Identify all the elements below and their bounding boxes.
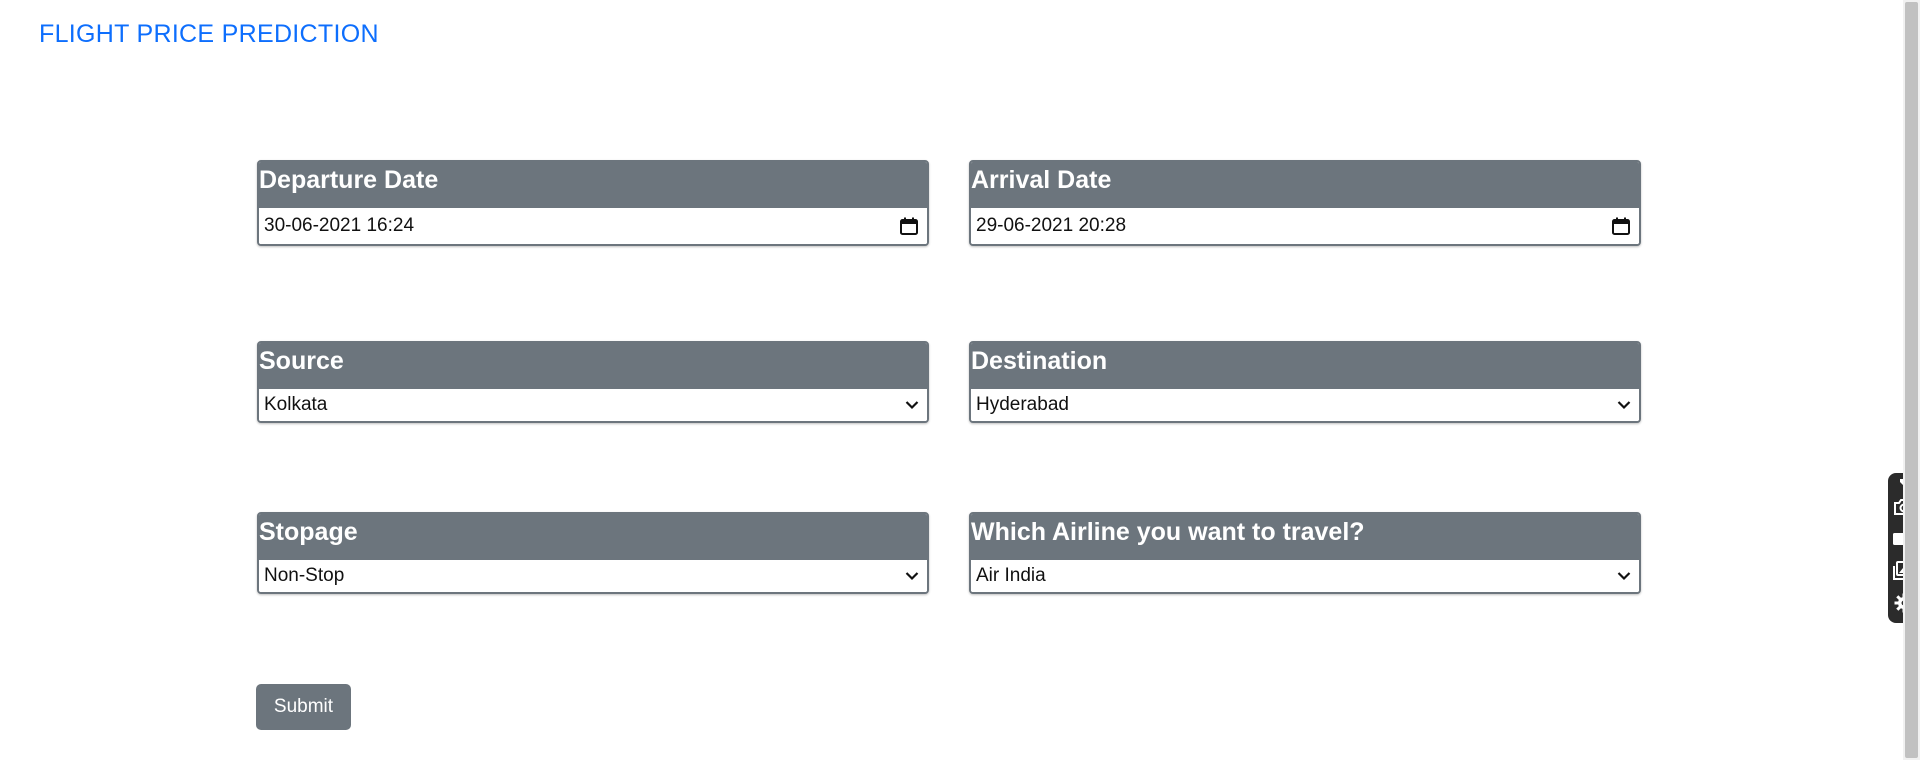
calendar-icon[interactable] bbox=[899, 216, 919, 236]
destination-value: Hyderabad bbox=[976, 394, 1069, 415]
chevron-down-icon bbox=[905, 571, 919, 581]
page: FLIGHT PRICE PREDICTION Departure Date 3… bbox=[0, 0, 1920, 760]
chevron-down-icon bbox=[1617, 571, 1631, 581]
chevron-down-icon bbox=[905, 400, 919, 410]
calendar-icon[interactable] bbox=[1611, 216, 1631, 236]
airline-select[interactable]: Air India bbox=[971, 560, 1639, 592]
arrival-date-label: Arrival Date bbox=[971, 162, 1639, 208]
brand-title[interactable]: FLIGHT PRICE PREDICTION bbox=[39, 20, 379, 49]
source-value: Kolkata bbox=[264, 394, 328, 415]
destination-card: Destination Hyderabad bbox=[969, 341, 1641, 423]
stopage-select[interactable]: Non-Stop bbox=[259, 560, 927, 592]
stopage-value: Non-Stop bbox=[264, 565, 345, 586]
departure-date-value: 30-06-2021 16:24 bbox=[264, 215, 415, 236]
departure-date-card: Departure Date 30-06-2021 16:24 bbox=[257, 160, 929, 246]
scrollbar-thumb[interactable] bbox=[1905, 2, 1918, 758]
destination-label: Destination bbox=[971, 343, 1639, 389]
airline-value: Air India bbox=[976, 565, 1046, 586]
source-card: Source Kolkata bbox=[257, 341, 929, 423]
vertical-scrollbar[interactable] bbox=[1903, 0, 1920, 760]
stopage-label: Stopage bbox=[259, 514, 927, 560]
source-select[interactable]: Kolkata bbox=[259, 389, 927, 421]
arrival-date-card: Arrival Date 29-06-2021 20:28 bbox=[969, 160, 1641, 246]
arrival-date-input[interactable]: 29-06-2021 20:28 bbox=[971, 208, 1639, 244]
destination-select[interactable]: Hyderabad bbox=[971, 389, 1639, 421]
stopage-card: Stopage Non-Stop bbox=[257, 512, 929, 594]
source-label: Source bbox=[259, 343, 927, 389]
departure-date-label: Departure Date bbox=[259, 162, 927, 208]
submit-button[interactable]: Submit bbox=[256, 684, 351, 730]
airline-card: Which Airline you want to travel? Air In… bbox=[969, 512, 1641, 594]
chevron-down-icon bbox=[1617, 400, 1631, 410]
airline-label: Which Airline you want to travel? bbox=[971, 514, 1639, 560]
departure-date-input[interactable]: 30-06-2021 16:24 bbox=[259, 208, 927, 244]
arrival-date-value: 29-06-2021 20:28 bbox=[976, 215, 1127, 236]
